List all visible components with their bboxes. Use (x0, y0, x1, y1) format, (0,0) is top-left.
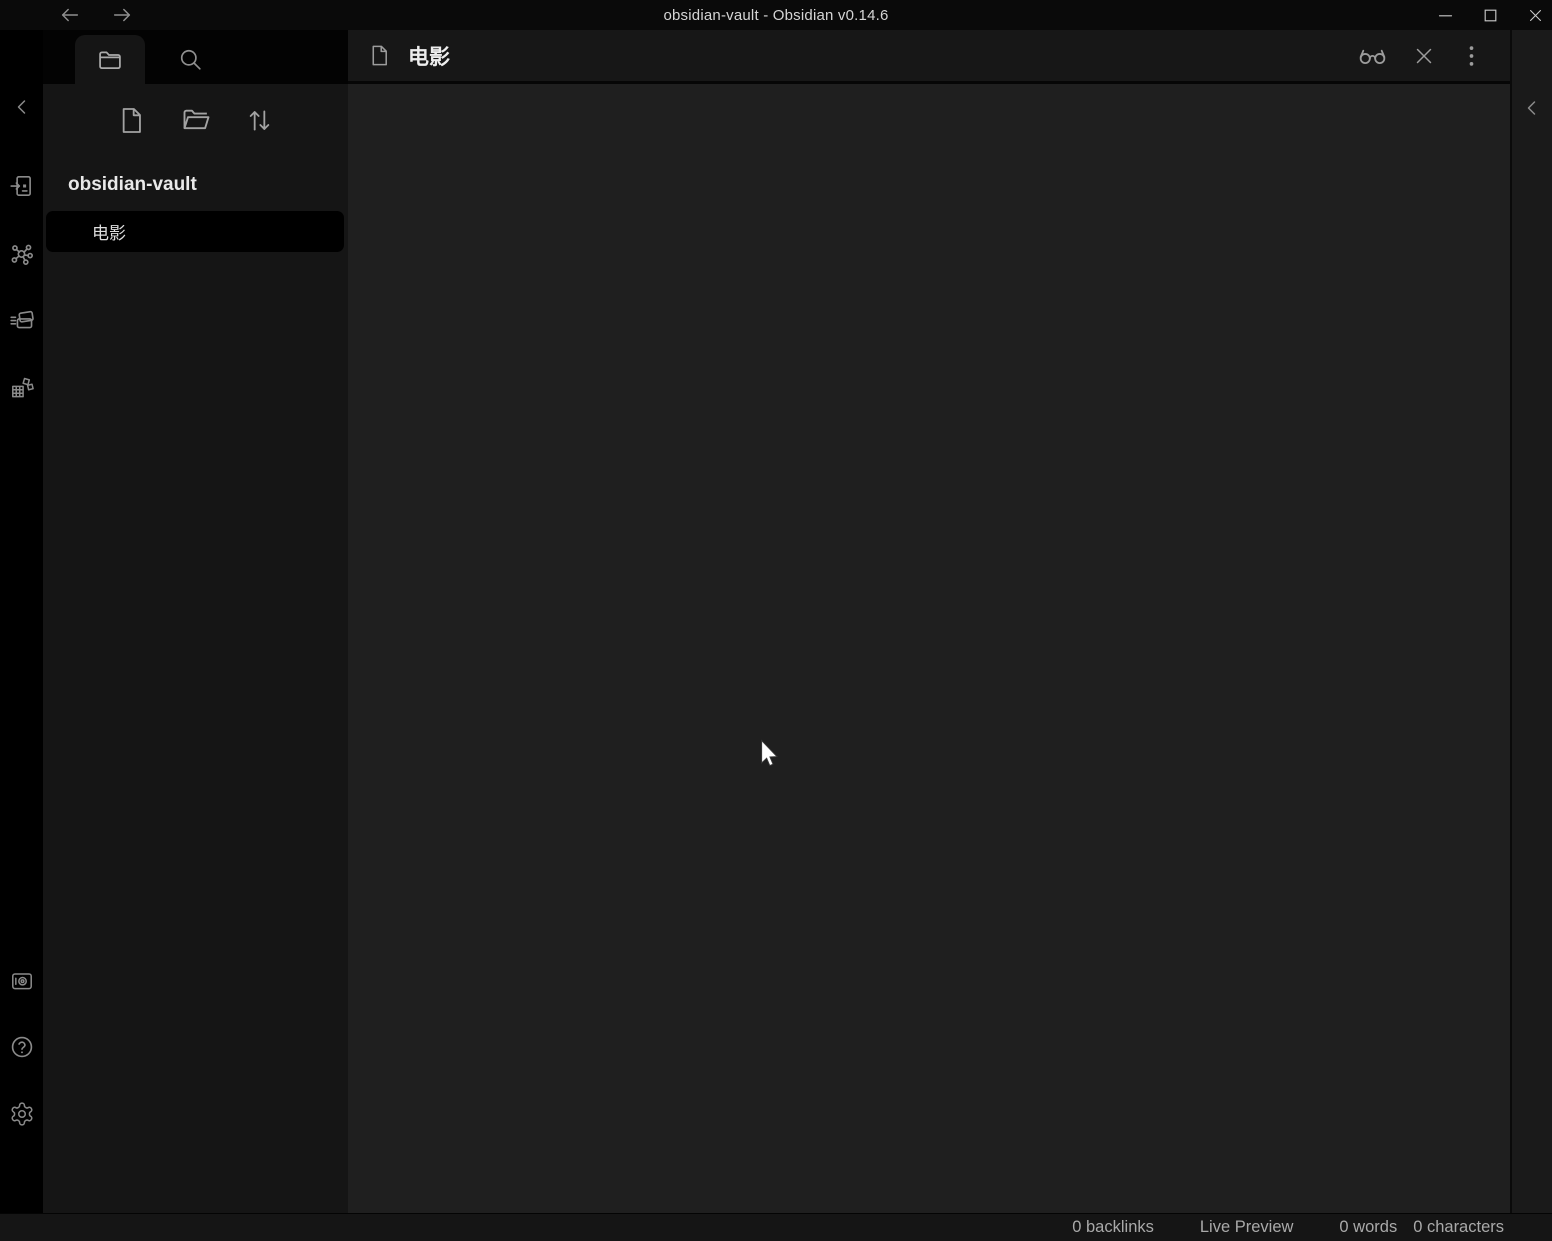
editor-pane: 电影 (348, 30, 1510, 1213)
vault-safe-icon (9, 968, 35, 994)
expand-right-sidebar-button[interactable] (1516, 92, 1548, 124)
close-icon (1412, 44, 1436, 68)
cards-icon (9, 307, 35, 333)
file-icon (368, 44, 391, 67)
command-palette-button[interactable] (6, 304, 38, 336)
left-ribbon (0, 30, 43, 1213)
file-item-selected[interactable]: 电影 (46, 211, 344, 252)
search-icon (177, 46, 204, 73)
nav-back-button[interactable] (59, 4, 81, 26)
graph-view-button[interactable] (6, 238, 38, 270)
blocks-dice-icon (9, 375, 35, 401)
new-folder-icon (181, 105, 211, 135)
new-folder-button[interactable] (180, 104, 212, 136)
tab-file-explorer[interactable] (75, 35, 145, 84)
tab-search[interactable] (165, 35, 215, 84)
window-title: obsidian-vault - Obsidian v0.14.6 (0, 7, 1552, 24)
gear-icon (9, 1101, 35, 1127)
sort-arrows-icon (245, 106, 274, 135)
status-backlinks[interactable]: 0 backlinks (1072, 1218, 1154, 1237)
new-file-icon (117, 106, 146, 135)
file-explorer-pane: obsidian-vault 电影 (43, 84, 348, 1213)
sort-order-button[interactable] (244, 104, 276, 136)
right-sidebar-strip (1510, 30, 1552, 1213)
window-controls (1437, 0, 1544, 30)
workspace: obsidian-vault 电影 电影 (0, 30, 1552, 1213)
help-button[interactable] (6, 1031, 38, 1063)
graph-icon (9, 241, 35, 267)
glasses-icon (1358, 41, 1387, 70)
nav-forward-button[interactable] (111, 4, 133, 26)
vault-switcher-button[interactable] (6, 965, 38, 997)
more-options-button[interactable] (1461, 43, 1482, 69)
kebab-icon (1461, 43, 1482, 69)
chevron-left-icon (10, 95, 34, 119)
file-explorer-actions (43, 104, 348, 136)
folder-icon (96, 46, 124, 74)
view-actions (1358, 41, 1482, 70)
close-icon (1527, 7, 1544, 24)
editor-content[interactable] (348, 84, 1510, 1213)
arrow-right-icon (111, 4, 133, 26)
collapse-left-sidebar-button[interactable] (6, 91, 38, 123)
arrow-left-icon (59, 4, 81, 26)
minimize-icon (1437, 7, 1454, 24)
close-pane-button[interactable] (1412, 44, 1436, 68)
file-arrow-icon (9, 173, 35, 199)
obsidian-window: obsidian-vault - Obsidian v0.14.6 (0, 0, 1552, 1241)
file-item-label: 电影 (92, 219, 126, 244)
status-editor-mode[interactable]: Live Preview (1200, 1218, 1294, 1237)
vault-title: obsidian-vault (68, 174, 197, 196)
quick-switcher-button[interactable] (6, 170, 38, 202)
maximize-icon (1482, 7, 1499, 24)
note-title: 电影 (408, 41, 450, 71)
random-note-button[interactable] (6, 372, 38, 404)
history-nav (59, 0, 133, 30)
reading-view-button[interactable] (1358, 41, 1387, 70)
minimize-button[interactable] (1437, 7, 1454, 24)
statusbar: 0 backlinks Live Preview 0 words 0 chara… (0, 1213, 1552, 1241)
help-circle-icon (9, 1034, 35, 1060)
status-word-count: 0 words (1339, 1218, 1397, 1237)
mouse-cursor-icon (760, 739, 780, 769)
titlebar: obsidian-vault - Obsidian v0.14.6 (0, 0, 1552, 30)
close-window-button[interactable] (1527, 7, 1544, 24)
editor-header: 电影 (348, 30, 1510, 84)
sidebar-tab-strip (43, 30, 348, 84)
chevron-left-icon (1520, 96, 1544, 120)
status-character-count: 0 characters (1413, 1218, 1504, 1237)
maximize-button[interactable] (1482, 7, 1499, 24)
new-note-button[interactable] (116, 104, 148, 136)
left-sidebar: obsidian-vault 电影 (43, 30, 348, 1213)
settings-button[interactable] (6, 1098, 38, 1130)
